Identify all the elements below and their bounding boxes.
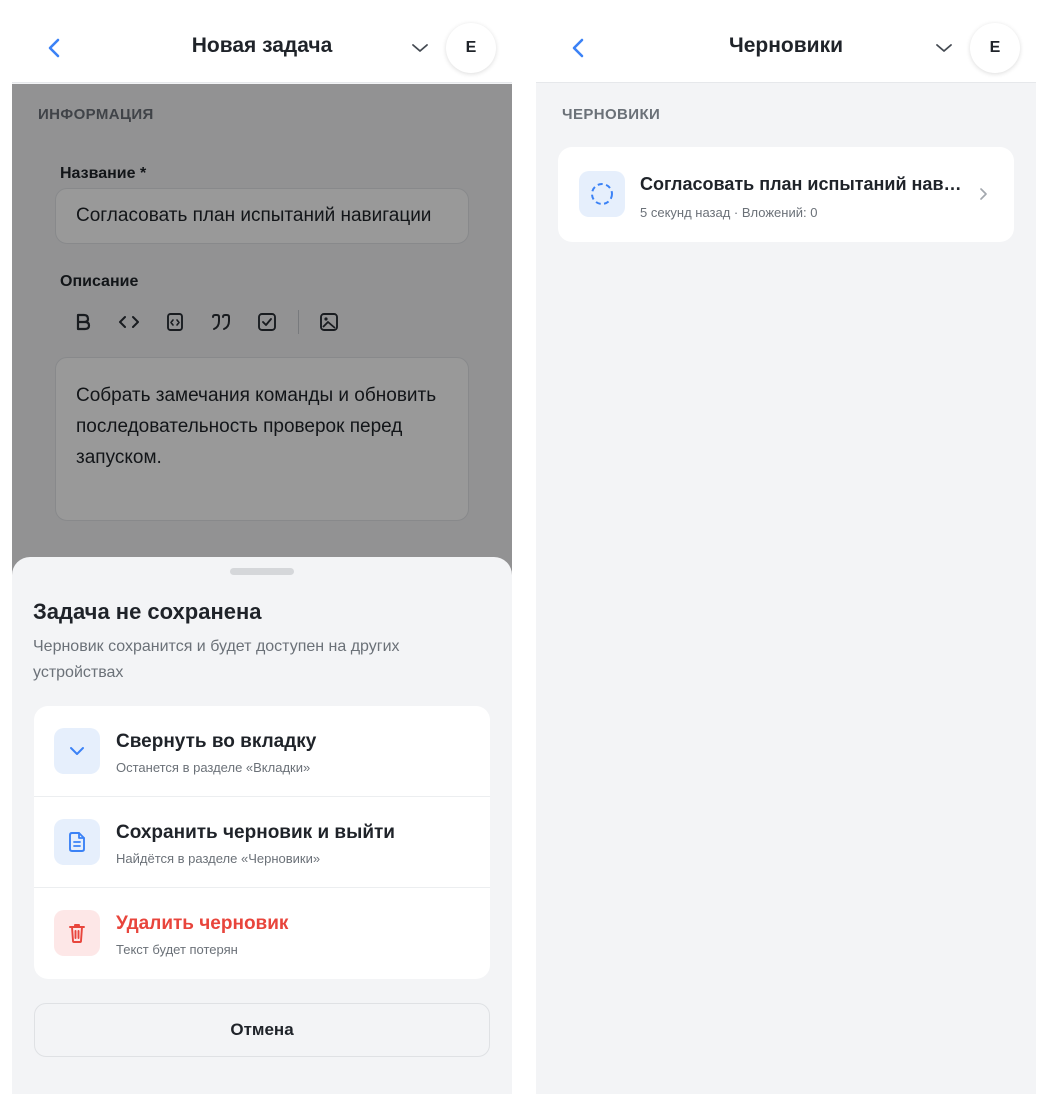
back-button[interactable] [40,30,68,66]
document-icon [69,832,85,852]
chevron-down-icon [70,747,84,755]
draft-title: Согласовать план испытаний навигации [640,174,970,194]
option-icon-box [54,728,100,774]
delete-draft-option[interactable]: Удалить черновик Текст будет потерян [34,888,490,979]
back-arrow-icon [48,38,60,58]
unsaved-task-sheet: Задача не сохранена Черновик сохранится … [12,557,512,1094]
minimize-to-tab-option[interactable]: Свернуть во вкладку Останется в разделе … [34,706,490,797]
section-header-drafts: ЧЕРНОВИКИ [562,106,661,123]
chevron-right-icon [976,185,990,203]
option-subtitle: Текст будет потерян [116,942,238,957]
option-icon-box [54,819,100,865]
top-bar: Черновики Е [536,0,1036,83]
title-dropdown-button[interactable] [407,36,433,60]
chevron-down-icon [412,44,428,52]
draft-list-item[interactable]: Согласовать план испытаний навигации 5 с… [558,147,1014,242]
chevron-down-icon [936,44,952,52]
page-title: Черновики [728,34,843,57]
top-bar: Новая задача Е [12,0,512,83]
title-dropdown-button[interactable] [931,36,957,60]
sheet-subtitle: Черновик сохранится и будет доступен на … [33,638,400,681]
back-arrow-icon [572,38,584,58]
option-title: Удалить черновик [116,913,289,934]
option-title: Свернуть во вкладку [116,731,317,752]
option-subtitle: Останется в разделе «Вкладки» [116,760,311,775]
draft-meta: 5 секунд назад · Вложений: 0 [640,205,818,220]
sheet-drag-handle[interactable] [230,568,294,575]
draft-icon-box [579,171,625,217]
option-title: Сохранить черновик и выйти [116,822,395,843]
cancel-button[interactable]: Отмена [34,1003,490,1057]
save-draft-and-exit-option[interactable]: Сохранить черновик и выйти Найдётся в ра… [34,797,490,888]
back-button[interactable] [564,30,592,66]
drafts-screen: Черновики Е ЧЕРНОВИКИ Согласовать план и… [536,0,1036,1094]
sheet-title: Задача не сохранена [33,599,262,624]
avatar[interactable]: Е [446,23,496,73]
sheet-options-list: Свернуть во вкладку Останется в разделе … [34,706,490,979]
option-subtitle: Найдётся в разделе «Черновики» [116,851,321,866]
page-title: Новая задача [191,34,333,57]
draft-status-icon [591,183,613,205]
new-task-screen: Новая задача Е ИНФОРМАЦИЯ Название * Опи… [12,0,512,1094]
option-icon-box [54,910,100,956]
avatar[interactable]: Е [970,23,1020,73]
trash-icon [69,924,85,943]
